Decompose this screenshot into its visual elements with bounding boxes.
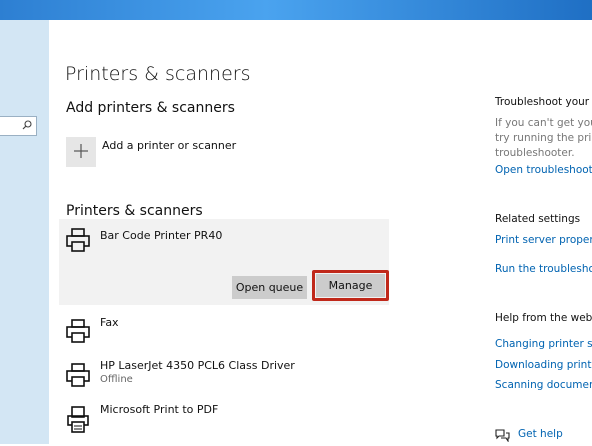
related-settings-heading: Related settings [495,213,581,225]
run-troubleshooter-link[interactable]: Run the troublesho [495,263,592,275]
printer-item-print-to-pdf[interactable]: Microsoft Print to PDF [59,400,389,440]
add-section-heading: Add printers & scanners [66,100,235,116]
printers-section-heading: Printers & scanners [66,203,203,219]
manage-button[interactable]: Manage [316,274,385,297]
printer-icon [65,227,91,255]
printer-item-fax[interactable]: Fax [59,312,389,352]
settings-sidebar [0,20,49,444]
plus-icon [74,141,88,163]
get-help-link[interactable]: Get help [518,428,563,440]
troubleshoot-text-line: try running the print [495,132,592,144]
printer-status: Offline [100,374,133,385]
add-printer-label[interactable]: Add a printer or scanner [102,139,236,152]
search-input[interactable] [0,116,37,136]
changing-printer-status-link[interactable]: Changing printer sta [495,338,592,350]
downloading-print-drivers-link[interactable]: Downloading print d [495,359,592,371]
open-queue-button[interactable]: Open queue [232,276,307,299]
get-help-icon [495,427,510,443]
troubleshoot-text-line: If you can't get your [495,117,592,129]
desktop-background [0,0,592,20]
troubleshoot-text-line: troubleshooter. [495,147,575,159]
printer-name: HP LaserJet 4350 PCL6 Class Driver [100,359,295,372]
help-from-web-heading: Help from the web [495,312,592,324]
printer-icon [65,318,91,346]
troubleshoot-heading: Troubleshoot your p [495,96,592,108]
search-icon [22,120,32,133]
printer-name: Fax [100,316,119,329]
print-server-properties-link[interactable]: Print server properti [495,234,592,246]
printer-item-hp-laserjet[interactable]: HP LaserJet 4350 PCL6 Class Driver Offli… [59,356,389,396]
page-title: Printers & scanners [65,63,251,85]
printer-icon [65,362,91,390]
printer-name: Microsoft Print to PDF [100,403,219,416]
scanning-documents-link[interactable]: Scanning document [495,379,592,391]
printer-name: Bar Code Printer PR40 [100,229,223,242]
open-troubleshooter-link[interactable]: Open troubleshoote [495,164,592,176]
main-content: Printers & scanners Add printers & scann… [49,20,592,444]
add-printer-button[interactable] [66,137,96,167]
pdf-printer-icon [65,406,91,434]
